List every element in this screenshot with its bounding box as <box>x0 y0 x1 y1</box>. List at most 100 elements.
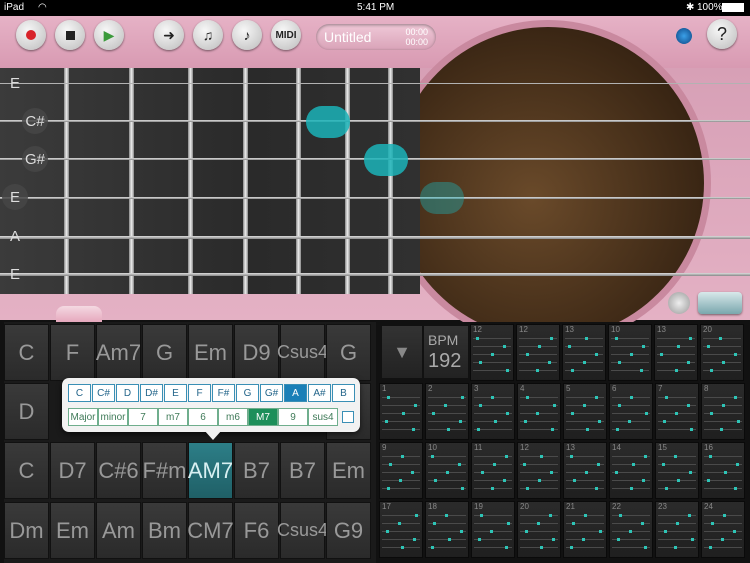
root-note-button[interactable]: C# <box>92 384 115 402</box>
chord-option-checkbox[interactable] <box>342 411 354 423</box>
help-button[interactable]: ? <box>707 19 737 49</box>
guitar-string-1[interactable] <box>0 83 750 84</box>
pattern-cell[interactable]: 13 <box>654 324 698 381</box>
chord-quality-button[interactable]: 6 <box>188 408 218 426</box>
pattern-cell[interactable]: 13 <box>562 324 606 381</box>
pattern-cell[interactable]: 8 <box>701 383 745 440</box>
record-button[interactable] <box>16 20 46 50</box>
pattern-cell[interactable]: 24 <box>701 501 745 558</box>
next-button[interactable]: ➜ <box>154 20 184 50</box>
pattern-cell[interactable]: 3 <box>471 383 515 440</box>
pattern-cell[interactable]: 23 <box>655 501 699 558</box>
pattern-cell[interactable]: 1 <box>379 383 423 440</box>
pattern-cell[interactable]: 17 <box>379 501 423 558</box>
pattern-cell[interactable]: 18 <box>425 501 469 558</box>
chord-cell[interactable]: G <box>326 324 371 381</box>
chord-cell[interactable]: F6 <box>234 502 279 559</box>
pattern-cell[interactable]: 20 <box>700 324 744 381</box>
chord-cell[interactable]: B7 <box>234 442 279 499</box>
chord-cell[interactable]: G <box>142 324 187 381</box>
chord-cell[interactable]: C <box>4 442 49 499</box>
pattern-cell[interactable]: 21 <box>563 501 607 558</box>
pattern-cell[interactable]: 2 <box>425 383 469 440</box>
pattern-number: 13 <box>565 325 574 334</box>
pattern-line <box>703 338 741 339</box>
guitar-string-5[interactable] <box>0 236 750 239</box>
chord-cell[interactable]: D9 <box>234 324 279 381</box>
root-note-button[interactable]: C <box>68 384 91 402</box>
pattern-cell[interactable]: 22 <box>609 501 653 558</box>
guitar-string-2[interactable] <box>0 120 750 122</box>
guitar-button[interactable]: ♪ <box>232 20 262 50</box>
chord-cell[interactable]: D7 <box>50 442 95 499</box>
pattern-cell[interactable]: 7 <box>655 383 699 440</box>
chord-cell[interactable]: B7 <box>280 442 325 499</box>
open-string-label: C# <box>22 108 48 134</box>
chord-cell[interactable]: Csus4 <box>277 324 328 381</box>
song-info-display[interactable]: Untitled 00:00 00:00 <box>316 24 436 50</box>
chord-cell[interactable]: C#6 <box>96 442 141 499</box>
chord-quality-button[interactable]: m6 <box>218 408 248 426</box>
chord-cell[interactable]: Am <box>96 502 141 559</box>
chord-cell[interactable]: D <box>4 383 49 440</box>
collapse-button[interactable]: ▼ <box>382 326 422 378</box>
pattern-cell[interactable]: 19 <box>471 501 515 558</box>
root-note-button[interactable]: G# <box>260 384 283 402</box>
settings-indicator-button[interactable] <box>676 28 692 44</box>
pattern-cell[interactable]: 12 <box>470 324 514 381</box>
guitar-string-6[interactable] <box>0 273 750 276</box>
root-note-button[interactable]: F# <box>212 384 235 402</box>
pattern-cell[interactable]: 12 <box>517 442 561 499</box>
pattern-cell[interactable]: 5 <box>563 383 607 440</box>
chord-quality-button[interactable]: sus4 <box>308 408 338 426</box>
chord-quality-button[interactable]: 9 <box>278 408 308 426</box>
mute-button[interactable] <box>668 292 690 314</box>
chord-quality-button[interactable]: 7 <box>128 408 158 426</box>
chord-cell[interactable]: Am7 <box>96 324 141 381</box>
pattern-cell[interactable]: 9 <box>379 442 423 499</box>
root-note-button[interactable]: D# <box>140 384 163 402</box>
pattern-cell[interactable]: 20 <box>517 501 561 558</box>
chord-quality-button-selected[interactable]: M7 <box>248 408 278 426</box>
bpm-control[interactable]: BPM 192 <box>424 326 468 378</box>
pattern-cell[interactable]: 14 <box>609 442 653 499</box>
chord-cell[interactable]: F <box>50 324 95 381</box>
pattern-cell[interactable]: 13 <box>563 442 607 499</box>
root-note-button[interactable]: A# <box>308 384 331 402</box>
root-note-button[interactable]: F <box>188 384 211 402</box>
pattern-cell[interactable]: 4 <box>517 383 561 440</box>
midi-button[interactable]: MIDI <box>271 20 301 50</box>
chord-quality-button[interactable]: minor <box>98 408 128 426</box>
play-button[interactable]: ▶ <box>94 20 124 50</box>
pattern-cell[interactable]: 10 <box>608 324 652 381</box>
chord-cell-selected[interactable]: AM7 <box>188 442 233 499</box>
chord-cell[interactable]: Em <box>50 502 95 559</box>
song-list-button[interactable]: ♫ <box>193 20 223 50</box>
chord-cell[interactable]: Em <box>326 442 371 499</box>
fretboard[interactable] <box>0 68 420 294</box>
chord-cell[interactable]: Bm <box>142 502 187 559</box>
root-note-button[interactable]: E <box>164 384 187 402</box>
chord-cell[interactable]: Em <box>188 324 233 381</box>
pattern-cell[interactable]: 15 <box>655 442 699 499</box>
root-note-button[interactable]: G <box>236 384 259 402</box>
guitar-string-4[interactable] <box>0 197 750 199</box>
chord-cell[interactable]: C <box>4 324 49 381</box>
chord-cell[interactable]: CM7 <box>187 502 234 559</box>
view-toggle-button[interactable] <box>698 292 742 314</box>
stop-button[interactable] <box>55 20 85 50</box>
pattern-cell[interactable]: 11 <box>471 442 515 499</box>
root-note-button-selected[interactable]: A <box>284 384 307 402</box>
pattern-cell[interactable]: 12 <box>516 324 560 381</box>
chord-cell[interactable]: Csus4 <box>277 502 328 559</box>
root-note-button[interactable]: D <box>116 384 139 402</box>
root-note-button[interactable]: B <box>332 384 355 402</box>
chord-quality-button[interactable]: m7 <box>158 408 188 426</box>
chord-cell[interactable]: G9 <box>326 502 371 559</box>
pattern-cell[interactable]: 16 <box>701 442 745 499</box>
pattern-cell[interactable]: 6 <box>609 383 653 440</box>
chord-cell[interactable]: F#m <box>142 442 187 499</box>
chord-quality-button[interactable]: Major <box>68 408 98 426</box>
chord-cell[interactable]: Dm <box>4 502 49 559</box>
pattern-cell[interactable]: 10 <box>425 442 469 499</box>
